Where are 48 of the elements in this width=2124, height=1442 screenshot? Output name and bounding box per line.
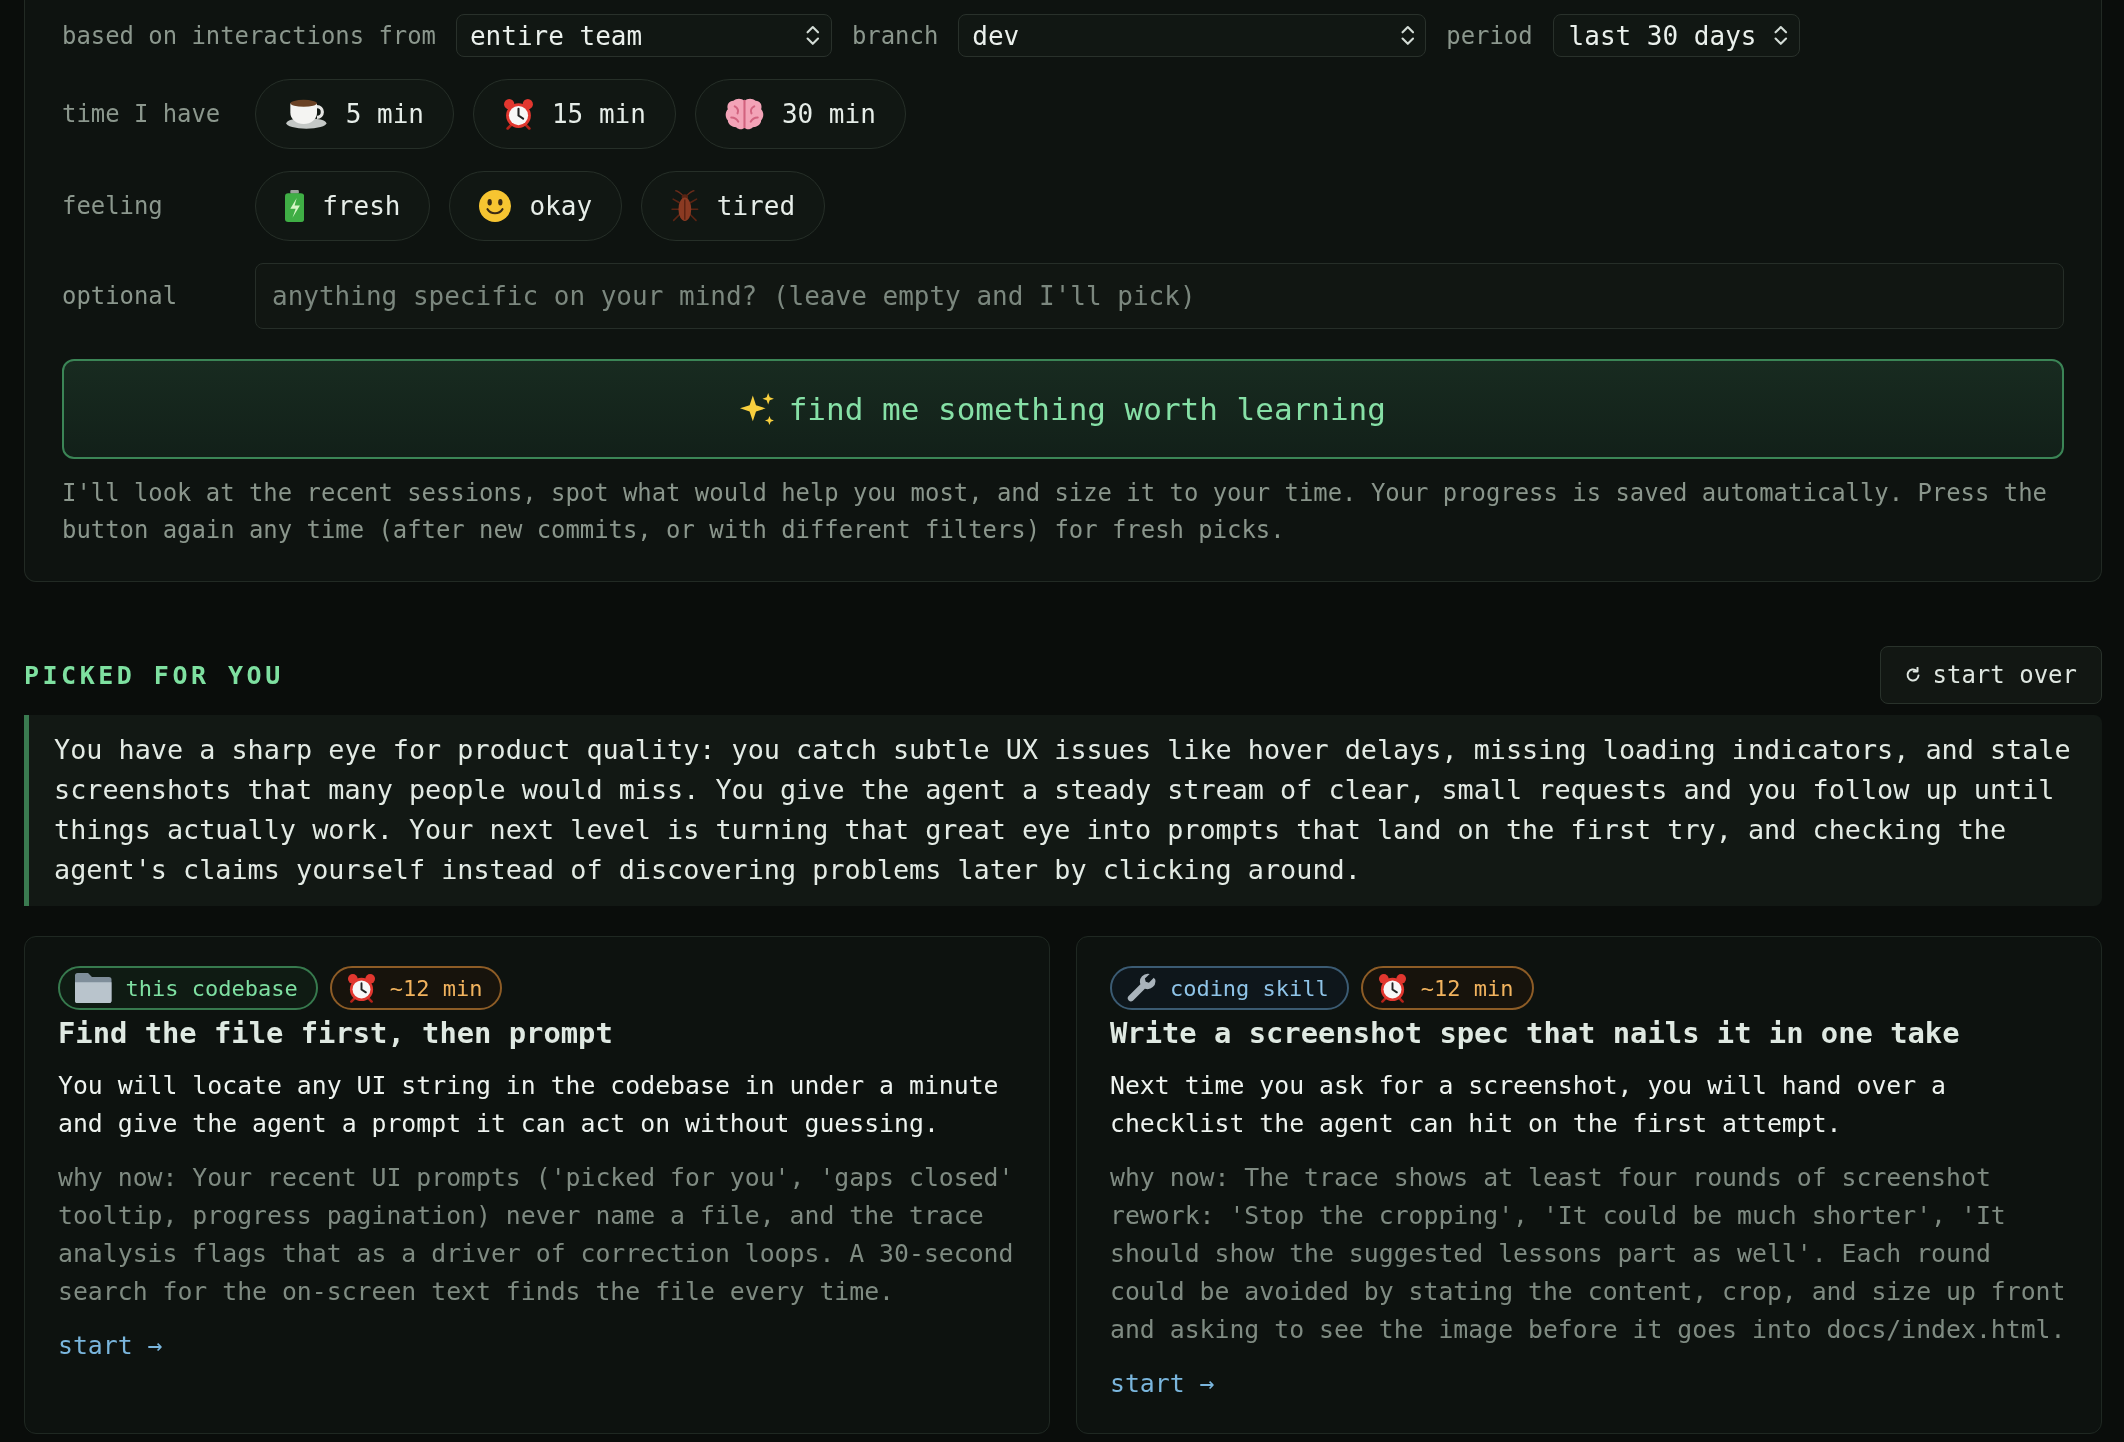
section-heading: PICKED FOR YOU: [24, 660, 284, 690]
updown-chevron-icon: [1400, 24, 1415, 47]
alarm-clock-icon: [1377, 973, 1407, 1003]
card-title: Write a screenshot spec that nails it in one take: [1110, 1015, 1960, 1052]
tag-label: ~12 min: [1420, 975, 1514, 1001]
summary-callout: You have a sharp eye for product quality: you catch subtle UX issues like hover delays, missing loading indicators, and stale screenshots that many people would miss. You give the agent a steady stream of clear, small requests and you follow up until things actually work. Your next level is turning that great eye into prompts that land on the first try, and checking the agent's claims yourself instead of discovering problems later by clicking around.: [24, 715, 2102, 906]
time-option-button[interactable]: 5 min: [255, 79, 454, 149]
dropdown[interactable]: last 30 days: [1552, 14, 1801, 57]
filter-label: based on interactions from: [62, 21, 436, 50]
tag-label: this codebase: [125, 975, 298, 1001]
sparkles-icon: [740, 393, 775, 425]
filter-label: branch: [851, 21, 939, 50]
cockroach-icon: [671, 190, 699, 222]
card-title: Find the file first, then prompt: [58, 1015, 613, 1052]
refresh-icon: [1904, 667, 1921, 683]
card-goal-text: You will locate any UI string in the codebase in under a minute and give the agent a prompt it can act on without guessing.: [58, 1070, 1000, 1140]
coffee-cup-icon: [285, 98, 328, 130]
filter-label: period: [1446, 21, 1533, 50]
input-field[interactable]: anything specific on your mind? (leave empty and I'll pick): [255, 263, 2064, 329]
row-label: optional: [62, 282, 179, 310]
smiley-face-icon: [479, 190, 512, 222]
alarm-clock-icon: [346, 973, 376, 1003]
updown-chevron-icon: [806, 24, 820, 47]
row-label: time I have: [62, 100, 222, 128]
time-option-button[interactable]: 30 min: [694, 79, 906, 149]
tag-label: ~12 min: [389, 975, 483, 1001]
start-over-button[interactable]: start over: [1879, 646, 2102, 704]
feeling-option-button[interactable]: fresh: [255, 171, 431, 241]
battery-icon: [285, 190, 305, 222]
start-link[interactable]: start →: [1110, 1365, 1215, 1403]
tag-label: coding skill: [1169, 975, 1329, 1001]
updown-chevron-icon: [1774, 24, 1789, 47]
start-link[interactable]: start →: [58, 1327, 163, 1365]
card-goal-text: Next time you ask for a screenshot, you will hand over a checklist the agent can hit on the first attempt.: [1110, 1070, 1948, 1140]
folder-icon: [75, 973, 112, 1003]
dropdown[interactable]: entire team: [455, 14, 832, 57]
find-button[interactable]: find me something worth learning: [62, 359, 2064, 459]
why-now-text: why now: The trace shows at least four rounds of screenshot rework: 'Stop the cropping', 'It could be much shorter', 'It should show the suggested lessons part as well'. Each round could be avoided by stating the content, crop, and size up front and asking to see the image before it goes into docs/index.html.: [1110, 1162, 2067, 1346]
hint-text: I'll look at the recent sessions, spot what would help you most, and size it to your time. Your progress is saved automatically. Press the button again any time (after new commits, or with different filters) for fresh picks.: [62, 478, 2048, 546]
brain-icon: [724, 98, 764, 130]
wrench-icon: [1127, 973, 1156, 1003]
row-label: feeling: [62, 192, 164, 220]
why-now-text: why now: Your recent UI prompts ('picked for you', 'gaps closed' tooltip, progress pagination) never name a file, and the trace analysis flags that as a driver of correction loops. A 30-second search for the on-screen text finds the file every time.: [58, 1162, 1015, 1308]
feeling-option-button[interactable]: tired: [641, 171, 826, 241]
time-option-button[interactable]: 15 min: [472, 79, 676, 149]
alarm-clock-icon: [502, 98, 534, 130]
feeling-option-button[interactable]: okay: [449, 171, 623, 241]
dropdown[interactable]: dev: [958, 14, 1427, 57]
